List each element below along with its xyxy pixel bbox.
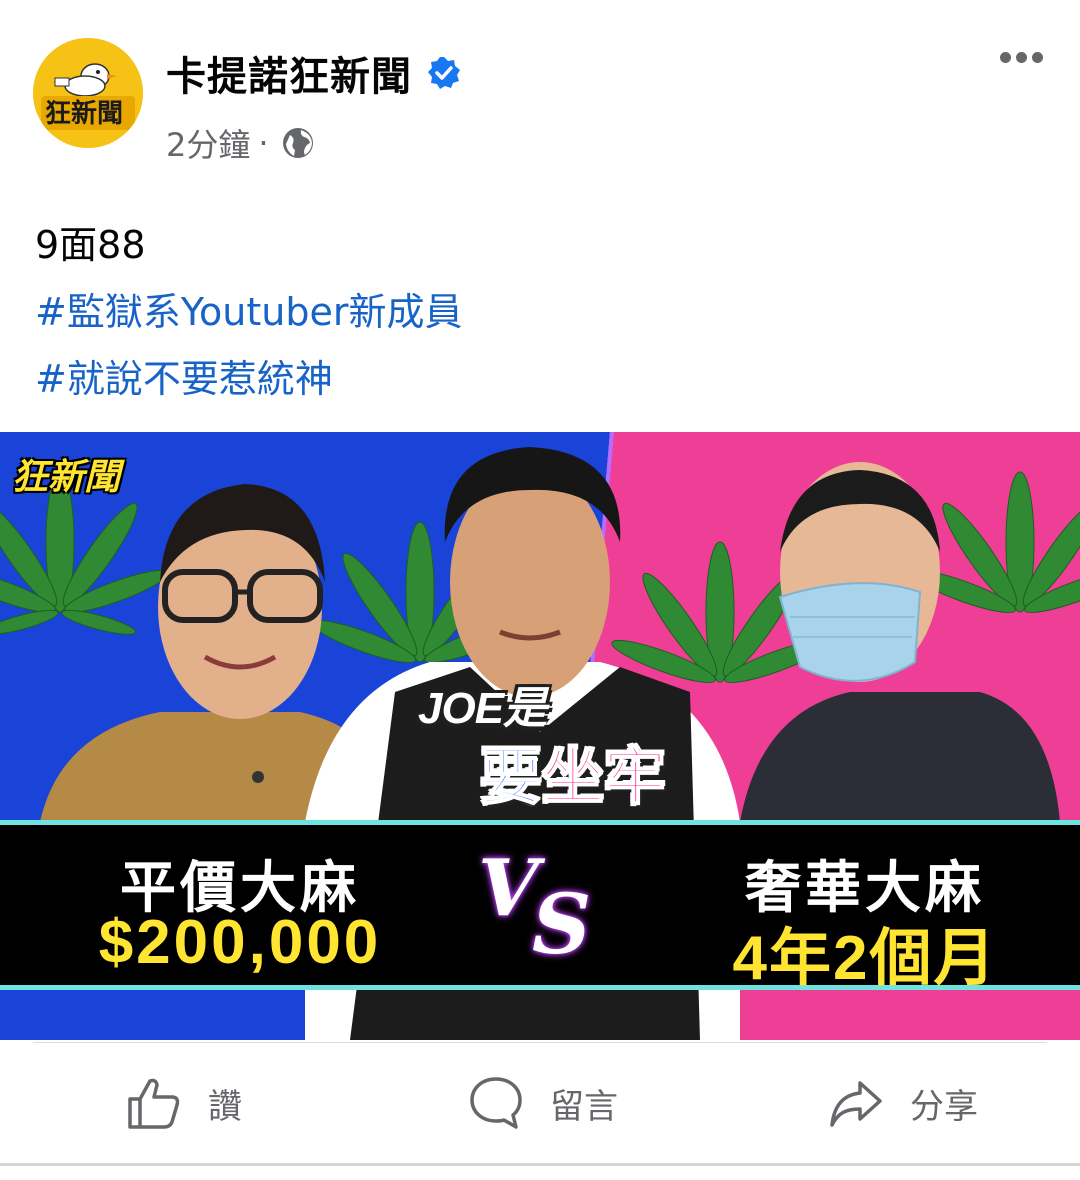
page-avatar[interactable]: 狂新聞 xyxy=(33,38,143,148)
post-header: 狂新聞 卡提諾狂新聞 2分鐘 · xyxy=(0,0,1080,190)
thumbs-up-icon xyxy=(128,1078,180,1129)
versus-label: V S xyxy=(470,843,620,973)
right-value: 4年2個月 xyxy=(732,924,998,993)
post-time[interactable]: 2分鐘 xyxy=(166,120,250,166)
svg-text:狂新聞: 狂新聞 xyxy=(45,98,123,128)
versus-v: V xyxy=(478,843,539,934)
page-name-text[interactable]: 卡提諾狂新聞 xyxy=(166,44,412,102)
page-name[interactable]: 卡提諾狂新聞 xyxy=(166,44,462,102)
verified-badge-icon xyxy=(428,57,460,89)
share-arrow-icon xyxy=(830,1081,882,1127)
hashtag-link[interactable]: #就說不要惹統神 xyxy=(35,346,462,413)
hashtag-link[interactable]: #監獄系Youtuber新成員 xyxy=(35,279,462,346)
caption-text: 9面88 xyxy=(35,223,146,267)
overlay-caption-bottom: 要坐牢 xyxy=(479,726,667,816)
brand-watermark: 狂新聞 xyxy=(12,448,120,500)
like-label: 讚 xyxy=(208,1086,242,1127)
more-dot xyxy=(1032,52,1043,63)
post-meta: 2分鐘 · xyxy=(166,120,315,166)
more-dot xyxy=(1016,52,1027,63)
post-image[interactable]: 狂新聞 JOE是 要坐牢 平價大麻 $200,000 V S 奢華大麻 4年2個… xyxy=(0,432,1080,1040)
post-actions: 讚 留言 分享 xyxy=(0,1043,1080,1163)
overlay-caption-word: 要 xyxy=(479,742,543,813)
overlay-caption-word: 坐牢 xyxy=(541,742,667,813)
comparison-banner: 平價大麻 $200,000 V S 奢華大麻 4年2個月 xyxy=(0,820,1080,993)
post-caption: 9面88 #監獄系Youtuber新成員 #就說不要惹統神 xyxy=(35,212,462,413)
post-bottom-divider xyxy=(0,1163,1080,1166)
more-options-button[interactable] xyxy=(1000,48,1050,68)
meta-separator: · xyxy=(258,124,269,162)
share-button[interactable]: 分享 xyxy=(828,1073,978,1133)
globe-icon xyxy=(282,128,313,158)
duck-logo-icon: 狂新聞 xyxy=(33,38,143,148)
left-value: $200,000 xyxy=(98,908,382,977)
versus-s: S xyxy=(532,877,592,973)
comment-button[interactable]: 留言 xyxy=(468,1073,618,1133)
brand-watermark-text: 狂新聞 xyxy=(12,456,121,497)
comment-bubble-icon xyxy=(470,1077,522,1129)
like-button[interactable]: 讚 xyxy=(126,1073,242,1133)
share-label: 分享 xyxy=(910,1086,978,1127)
more-dot xyxy=(1000,52,1011,63)
comment-label: 留言 xyxy=(550,1086,618,1127)
